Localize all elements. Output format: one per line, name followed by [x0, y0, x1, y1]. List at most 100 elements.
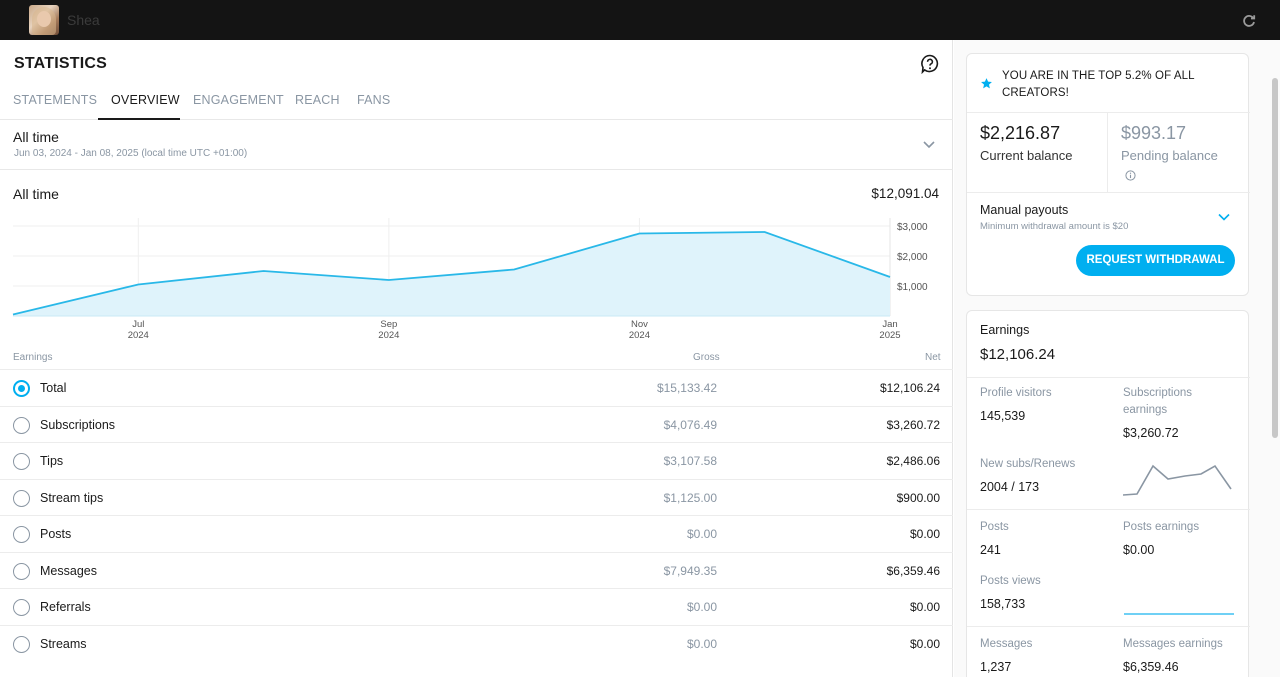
radio-streams[interactable]: [13, 635, 30, 653]
x-tick-year: 2024: [128, 330, 149, 341]
row-gross: $0.00: [686, 527, 717, 541]
row-net: $12,106.24: [879, 381, 940, 395]
radio-posts[interactable]: [13, 526, 30, 543]
current-balance-label: Current balance: [980, 148, 1073, 163]
row-label: Referrals: [40, 600, 91, 614]
radio-total[interactable]: [13, 380, 30, 397]
period-selector[interactable]: All time Jun 03, 2024 - Jan 08, 2025 (lo…: [0, 121, 953, 170]
tab-fans[interactable]: FANS: [357, 93, 390, 107]
subscriptions-earnings-value: $3,260.72: [1123, 426, 1179, 440]
y-tick-label: $2,000: [897, 252, 928, 263]
period-range: Jun 03, 2024 - Jan 08, 2025 (local time …: [14, 148, 248, 159]
profile-visitors-value: 145,539: [980, 409, 1026, 423]
y-tick-label: $1,000: [897, 282, 928, 293]
profile-visitors-label: Profile visitors: [980, 387, 1052, 399]
period-title: All time: [13, 129, 59, 145]
help-icon[interactable]: [920, 54, 940, 74]
row-label: Total: [40, 381, 67, 395]
table-row[interactable]: Total $15,133.42 $12,106.24: [0, 369, 953, 406]
tab-reach[interactable]: REACH: [295, 93, 340, 107]
posts-views-label: Posts views: [980, 575, 1041, 587]
page-title: STATISTICS: [14, 55, 107, 72]
divider: [967, 626, 1250, 627]
y-tick-label: $3,000: [897, 222, 928, 233]
earnings-value: $12,106.24: [980, 346, 1056, 363]
row-net: $2,486.06: [886, 454, 940, 468]
earnings-card: Earnings $12,106.24 Profile visitors 145…: [966, 310, 1250, 677]
row-net: $900.00: [896, 490, 940, 505]
posts-views-value: 158,733: [980, 597, 1026, 611]
row-gross: $7,949.35: [663, 563, 717, 578]
x-tick-year: 2024: [629, 330, 650, 341]
row-label: Messages: [40, 563, 97, 578]
gross-column-header: Gross: [693, 352, 720, 363]
x-tick-month: Nov: [631, 319, 648, 330]
table-row[interactable]: Subscriptions $4,076.49 $3,260.72: [0, 405, 953, 443]
radio-stream-tips[interactable]: [13, 489, 30, 507]
chevron-down-icon[interactable]: [921, 136, 937, 152]
table-row[interactable]: Posts $0.00 $0.00: [0, 515, 953, 552]
request-withdrawal-button[interactable]: REQUEST WITHDRAWAL: [1076, 245, 1235, 276]
radio-referrals[interactable]: [13, 599, 30, 616]
info-icon[interactable]: [1125, 170, 1136, 181]
current-balance-amount: $2,216.87: [980, 123, 1061, 143]
star-icon: [981, 78, 992, 89]
row-label: Tips: [40, 454, 64, 468]
row-gross: $4,076.49: [663, 417, 717, 432]
row-gross: $0.00: [686, 636, 717, 651]
messages-earnings-label: Messages earnings: [1123, 638, 1223, 650]
avatar[interactable]: [29, 5, 59, 35]
earnings-title: Earnings: [980, 323, 1030, 337]
new-subs-label: New subs/Renews: [980, 458, 1076, 470]
subscriptions-sparkline: [1123, 464, 1232, 496]
row-net: $6,359.46: [886, 563, 940, 578]
table-row[interactable]: Streams $0.00 $0.00: [0, 624, 953, 662]
row-gross: $1,125.00: [663, 490, 717, 505]
payouts-subtitle: Minimum withdrawal amount is $20: [980, 221, 1129, 232]
row-label: Posts: [40, 527, 72, 541]
tab-engagement[interactable]: ENGAGEMENT: [193, 93, 284, 107]
top-bar: Shea: [0, 0, 1280, 40]
divider: [967, 509, 1250, 510]
row-gross: $3,107.58: [663, 454, 717, 468]
posts-earnings-value: $0.00: [1123, 543, 1155, 557]
chevron-down-icon[interactable]: [1217, 210, 1231, 224]
table-row[interactable]: Messages $7,949.35 $6,359.46: [0, 551, 953, 589]
messages-value: 1,237: [980, 660, 1012, 674]
earnings-table: Total $15,133.42 $12,106.24 Subscription…: [0, 369, 953, 661]
row-net: $0.00: [909, 600, 940, 614]
earnings-chart: $3,000$2,000$1,000Jul2024Sep2024Nov2024J…: [12, 218, 928, 341]
table-row[interactable]: Tips $3,107.58 $2,486.06: [0, 442, 953, 479]
new-subs-value: 2004 / 173: [980, 480, 1040, 494]
radio-messages[interactable]: [13, 562, 30, 580]
pending-balance-label: Pending balance: [1121, 148, 1218, 163]
pending-balance: $993.17 Pending balance: [1108, 113, 1250, 193]
table-row[interactable]: Stream tips $1,125.00 $900.00: [0, 478, 953, 516]
sidebar: YOU ARE IN THE TOP 5.2% OF ALL CREATORS!…: [954, 40, 1280, 677]
tab-statements[interactable]: STATEMENTS: [13, 93, 97, 107]
messages-earnings-value: $6,359.46: [1123, 660, 1179, 674]
refresh-icon[interactable]: [1241, 13, 1257, 29]
row-gross: $15,133.42: [656, 381, 717, 395]
radio-subscriptions[interactable]: [13, 416, 30, 434]
row-net: $3,260.72: [886, 417, 940, 432]
posts-sparkline: [1124, 613, 1234, 615]
posts-value: 241: [980, 543, 1001, 557]
x-tick-month: Jul: [132, 319, 144, 330]
username[interactable]: Shea: [67, 12, 100, 28]
summary-value: $12,091.04: [871, 186, 939, 201]
summary-label: All time: [13, 186, 59, 202]
row-gross: $0.00: [686, 600, 717, 614]
radio-tips[interactable]: [13, 453, 30, 470]
x-tick-month: Jan: [882, 319, 897, 330]
x-tick-month: Sep: [380, 319, 397, 330]
messages-label: Messages: [980, 638, 1033, 650]
current-balance: $2,216.87 Current balance: [967, 113, 1108, 193]
active-tab-indicator: [98, 118, 180, 120]
table-row[interactable]: Referrals $0.00 $0.00: [0, 588, 953, 625]
divider: [967, 377, 1250, 378]
pending-balance-amount: $993.17: [1121, 123, 1187, 143]
scrollbar[interactable]: [1272, 78, 1278, 438]
tab-overview[interactable]: OVERVIEW: [111, 93, 180, 107]
statistics-panel: STATISTICS STATEMENTS OVERVIEW ENGAGEMEN…: [0, 40, 953, 677]
